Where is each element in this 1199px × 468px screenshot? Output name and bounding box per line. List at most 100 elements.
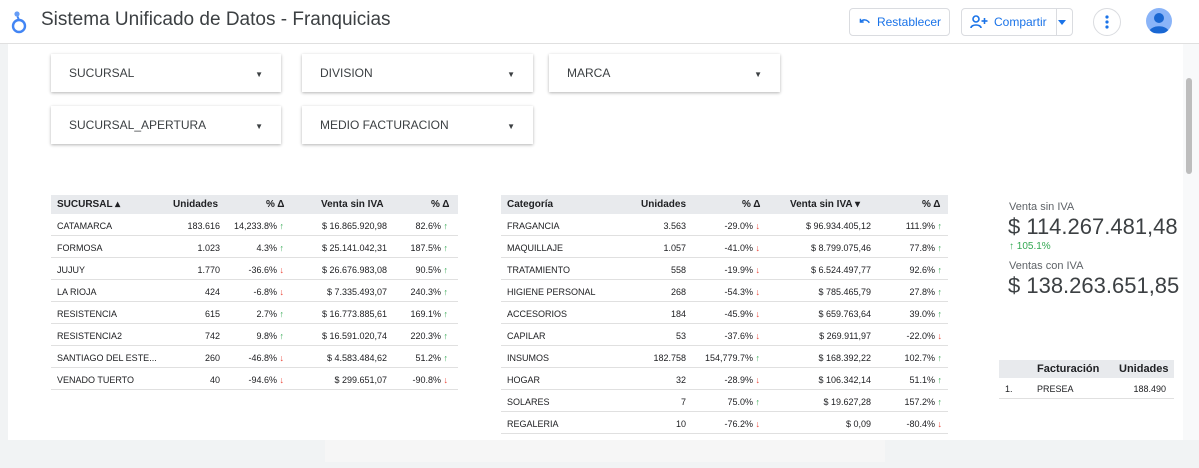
cell-sucursal: CATAMARCA [57, 221, 112, 231]
table-row[interactable]: RESISTENCIA2 742 9.8% ↑ $ 16.591.020,74 220.… [51, 324, 458, 346]
table-row[interactable]: TRATAMIENTO 558 -19.9% ↓ $ 6.524.497,77 92.6… [501, 258, 948, 280]
filter-marca[interactable]: MARCA ▼ [549, 54, 780, 92]
arrow-up-icon: ↑ [440, 265, 448, 275]
cell-venta-sin-iva: $ 6.524.497,77 [811, 265, 871, 275]
arrow-up-icon: ↑ [934, 287, 942, 297]
table-row[interactable]: RESISTENCIA 615 2.7% ↑ $ 16.773.885,61 169.1… [51, 302, 458, 324]
arrow-down-icon: ↓ [752, 419, 760, 429]
table-row[interactable]: CATAMARCA 183.616 14,233.8% ↑ $ 16.865.920,… [51, 214, 458, 236]
dropdown-caret-icon: ▼ [255, 122, 263, 131]
table-row[interactable]: JUJUY 1.770 -36.6% ↓ $ 26.676.983,08 90.5% ↑ [51, 258, 458, 280]
filter-sucursal-apertura[interactable]: SUCURSAL_APERTURA ▼ [51, 106, 281, 144]
cell-venta-sin-iva: $ 19.627,28 [823, 397, 871, 407]
cell-pct-venta: 51.1% ↑ [909, 375, 942, 385]
cell-pct-venta-text: 169.1% [410, 309, 441, 319]
cell-pct-venta: 82.6% ↑ [415, 221, 448, 231]
table-row[interactable]: SOLARES 7 75.0% ↑ $ 19.627,28 157.2% ↑ [501, 390, 948, 412]
column-header-unidades[interactable]: Unidades [173, 199, 218, 210]
cell-unidades: 183.616 [187, 221, 220, 231]
cell-pct-unidades-text: -29.0% [724, 221, 753, 231]
cell-categoria-text: CAPILAR [507, 331, 546, 341]
table-row[interactable]: SANTIAGO DEL ESTE... 260 -46.8% ↓ $ 4.583.4… [51, 346, 458, 368]
more-options-icon[interactable] [1093, 8, 1121, 36]
cell-venta-sin-iva: $ 16.773.885,61 [322, 309, 387, 319]
cell-venta-sin-iva: $ 269.911,97 [819, 331, 871, 341]
column-header-venta-sin-iva[interactable]: Venta sin IVA [321, 199, 384, 210]
cell-pct-venta: 157.2% ↑ [904, 397, 942, 407]
column-header-pct-venta[interactable]: % Δ [922, 199, 941, 210]
table-row[interactable]: HIGIENE PERSONAL 268 -54.3% ↓ $ 785.465,79 2… [501, 280, 948, 302]
report-title[interactable]: Sistema Unificado de Datos - Franquicias [41, 9, 391, 31]
arrow-down-icon: ↓ [276, 287, 284, 297]
cell-pct-unidades-text: -19.9% [724, 265, 753, 275]
scrollbar-thumb[interactable] [1186, 78, 1192, 174]
cell-pct-venta-text: -90.8% [412, 375, 441, 385]
cell-pct-unidades: -41.0% ↓ [724, 243, 760, 253]
cell-venta-sin-iva: $ 0,09 [846, 419, 871, 429]
cell-sucursal: JUJUY [57, 265, 85, 275]
table-row[interactable]: MAQUILLAJE 1.057 -41.0% ↓ $ 8.799.075,46 77.… [501, 236, 948, 258]
arrow-up-icon: ↑ [752, 397, 760, 407]
arrow-down-icon: ↓ [934, 331, 942, 341]
cell-categoria: TRATAMIENTO [507, 265, 570, 275]
cell-unidades: 1.057 [663, 243, 686, 253]
add-person-icon [970, 15, 988, 29]
table-row[interactable]: FORMOSA 1.023 4.3% ↑ $ 25.141.042,31 187.5% … [51, 236, 458, 258]
share-dropdown-caret-icon[interactable] [1056, 9, 1072, 35]
cell-pct-venta-text: -80.4% [906, 419, 935, 429]
cell-categoria: HOGAR [507, 375, 540, 385]
share-button[interactable]: Compartir [961, 8, 1073, 36]
column-header-pct-unidades[interactable]: % Δ [266, 199, 285, 210]
cell-venta-sin-iva-text: $ 299.651,07 [334, 375, 387, 385]
filter-sucursal[interactable]: SUCURSAL ▼ [51, 54, 281, 92]
column-header-venta-sin-iva[interactable]: Venta sin IVA ▾ [790, 199, 860, 210]
cell-categoria-text: TRATAMIENTO [507, 265, 570, 275]
table-row[interactable]: CAPILAR 53 -37.6% ↓ $ 269.911,97 -22.0% ↓ [501, 324, 948, 346]
table-row[interactable]: VENADO TUERTO 40 -94.6% ↓ $ 299.651,07 -90.8… [51, 368, 458, 390]
cell-unidades: 53 [676, 331, 686, 341]
table-row[interactable]: LA RIOJA 424 -6.8% ↓ $ 7.335.493,07 240.3% ↑ [51, 280, 458, 302]
cell-pct-venta: 102.7% ↑ [904, 353, 942, 363]
column-header-facturacion[interactable]: Facturación [1037, 363, 1099, 375]
table-row[interactable]: 1. PRESEA 188.490 [999, 378, 1174, 399]
filter-medio-facturacion[interactable]: MEDIO FACTURACION ▼ [302, 106, 533, 144]
cell-venta-sin-iva: $ 106.342,14 [818, 375, 871, 385]
cell-pct-unidades-text: -37.6% [724, 331, 753, 341]
column-header-pct-unidades[interactable]: % Δ [742, 199, 761, 210]
column-header-unidades[interactable]: Unidades [641, 199, 686, 210]
cell-sucursal-text: RESISTENCIA [57, 309, 118, 319]
arrow-down-icon: ↓ [752, 287, 760, 297]
filter-division[interactable]: DIVISION ▼ [302, 54, 533, 92]
top-bar: Sistema Unificado de Datos - Franquicias… [0, 0, 1199, 44]
cell-unidades: 182.758 [653, 353, 686, 363]
cell-venta-sin-iva: $ 168.392,22 [818, 353, 871, 363]
cell-unidades: 742 [205, 331, 220, 341]
column-header-pct-venta[interactable]: % Δ [431, 199, 450, 210]
cell-pct-unidades-text: -28.9% [724, 375, 753, 385]
cell-pct-unidades: 4.3% ↑ [256, 243, 284, 253]
table-row[interactable]: FRAGANCIA 3.563 -29.0% ↓ $ 96.934.405,12 111… [501, 214, 948, 236]
dropdown-caret-icon: ▼ [255, 70, 263, 79]
reset-button[interactable]: Restablecer [849, 8, 950, 36]
scorecard-venta-sin-iva-delta: ↑ 105.1% [1009, 241, 1051, 252]
table-row[interactable]: HOGAR 32 -28.9% ↓ $ 106.342,14 51.1% ↑ [501, 368, 948, 390]
cell-pct-unidades: 154,779.7% ↑ [705, 353, 760, 363]
column-header-sucursal[interactable]: SUCURSAL ▴ [57, 199, 120, 210]
cell-pct-venta-text: 92.6% [909, 265, 935, 275]
arrow-up-icon: ↑ [440, 221, 448, 231]
avatar[interactable] [1146, 8, 1172, 34]
cell-pct-venta-text: 157.2% [904, 397, 935, 407]
cell-venta-sin-iva-text: $ 168.392,22 [818, 353, 871, 363]
dropdown-caret-icon: ▼ [754, 70, 762, 79]
column-header-categoria[interactable]: Categoría [507, 199, 553, 210]
table-row[interactable]: ACCESORIOS 184 -45.9% ↓ $ 659.763,64 39.0% ↑ [501, 302, 948, 324]
cell-venta-sin-iva: $ 7.335.493,07 [327, 287, 387, 297]
cell-pct-venta: 187.5% ↑ [410, 243, 448, 253]
table-row[interactable]: REGALERIA 10 -76.2% ↓ $ 0,09 -80.4% ↓ [501, 412, 948, 434]
column-header-unidades[interactable]: Unidades [1119, 363, 1169, 375]
table-row[interactable]: INSUMOS 182.758 154,779.7% ↑ $ 168.392,22 10… [501, 346, 948, 368]
cell-unidades-text: 53 [675, 331, 686, 341]
cell-unidades-text: 1.770 [197, 265, 220, 275]
cell-venta-sin-iva-text: $ 96.934.405,12 [805, 221, 871, 231]
cell-pct-unidades: 75.0% ↑ [727, 397, 760, 407]
